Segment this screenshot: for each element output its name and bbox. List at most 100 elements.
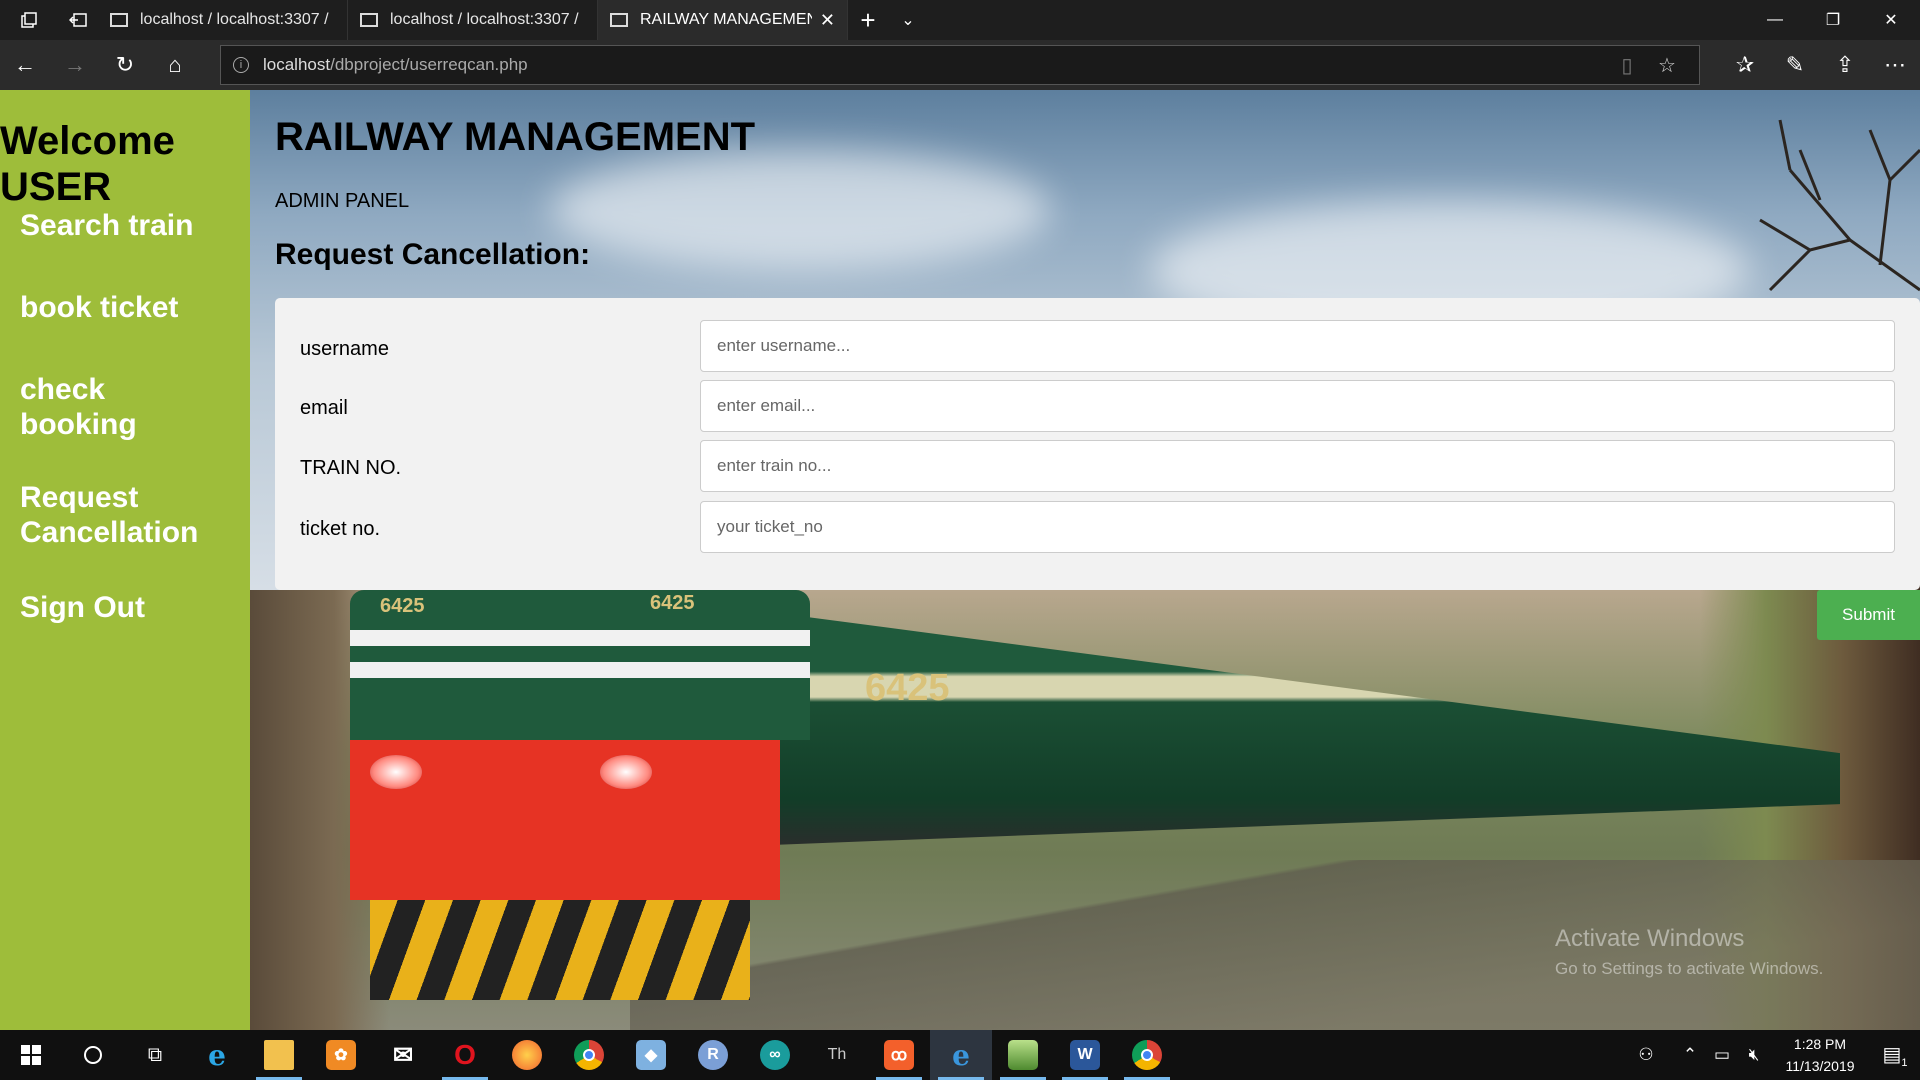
people-icon[interactable]: ⚇ (1630, 1045, 1662, 1065)
browser-tab-2[interactable]: localhost / localhost:3307 / (348, 0, 598, 40)
chrome-icon-2[interactable] (1116, 1030, 1178, 1080)
loco-bumper (370, 900, 750, 1000)
page-content: Welcome USER Search train book ticket ch… (0, 90, 1920, 1030)
share-icon[interactable]: ⇪ (1820, 52, 1870, 78)
system-tray: ⚇ ⌃ ▭ 🔇︎ 1:28 PM 11/13/2019 ▤1 (1630, 1030, 1920, 1080)
clock-time: 1:28 PM (1793, 1036, 1847, 1052)
url-text[interactable]: localhost/dbproject/userreqcan.php (263, 55, 1607, 75)
task-view-icon[interactable]: ⧉ (124, 1030, 186, 1080)
browser-tab-1[interactable]: localhost / localhost:3307 / (98, 0, 348, 40)
xampp-icon[interactable]: ꝏ (868, 1030, 930, 1080)
speaker-muted-icon[interactable]: 🔇︎ (1738, 1045, 1770, 1065)
watermark-subtitle: Go to Settings to activate Windows. (1555, 959, 1824, 978)
back-icon[interactable]: ← (0, 40, 50, 90)
chrome-icon[interactable] (558, 1030, 620, 1080)
sidebar-item-search-train[interactable]: Search train (20, 208, 245, 243)
loco-front-number-2: 6425 (650, 592, 695, 614)
more-icon[interactable]: ⋯ (1870, 52, 1920, 78)
welcome-user: USER (0, 165, 112, 209)
minimize-icon[interactable]: — (1746, 0, 1804, 40)
opera-icon[interactable]: O (434, 1030, 496, 1080)
headlight (370, 755, 422, 789)
forward-icon[interactable]: → (50, 40, 100, 90)
submit-button[interactable]: Submit (1817, 590, 1920, 640)
email-input[interactable] (700, 380, 1895, 432)
firefox-icon[interactable] (496, 1030, 558, 1080)
page-icon (360, 13, 378, 27)
xampp-alt-icon[interactable]: ✿ (310, 1030, 372, 1080)
email-label: email (300, 397, 348, 419)
url-host: localhost (263, 55, 331, 74)
notification-count: 1 (1901, 1056, 1908, 1069)
ticket-no-label: ticket no. (300, 518, 381, 540)
restore-icon[interactable]: ❐ (1804, 0, 1862, 40)
site-info-icon[interactable]: i (233, 57, 249, 73)
tab-manager-icon[interactable] (0, 0, 58, 40)
address-bar[interactable]: i localhost/dbproject/userreqcan.php ▯ ☆ (220, 45, 1700, 85)
ticket-no-input[interactable] (700, 501, 1895, 553)
mail-icon[interactable]: ✉ (372, 1030, 434, 1080)
typora-icon[interactable]: Th (806, 1030, 868, 1080)
windows-start-icon[interactable] (0, 1030, 62, 1080)
windows-taskbar: ⧉ e ✿ ✉ O ◆ R ∞ Th ꝏ e W ⚇ ⌃ ▭ 🔇︎ 1:28 P… (0, 1030, 1920, 1080)
close-tab-icon[interactable]: ✕ (820, 10, 835, 31)
favorites-icon[interactable]: ✰ (1720, 52, 1770, 78)
activate-windows-watermark: Activate Windows Go to Settings to activ… (1555, 925, 1823, 979)
virtualbox-icon[interactable]: ◆ (620, 1030, 682, 1080)
close-window-icon[interactable]: ✕ (1862, 0, 1920, 40)
new-tab-icon[interactable]: + (848, 5, 888, 36)
sidebar-item-sign-out[interactable]: Sign Out (20, 590, 245, 625)
chevron-down-icon[interactable]: ⌄ (888, 10, 928, 30)
file-explorer-icon[interactable] (248, 1030, 310, 1080)
train-no-label: TRAIN NO. (300, 457, 402, 479)
welcome-heading: Welcome USER (0, 118, 175, 210)
tab-title: localhost / localhost:3307 / (390, 11, 579, 28)
locomotive-image: 6425 6425 (350, 590, 810, 1020)
arduino-icon[interactable]: ∞ (744, 1030, 806, 1080)
chevron-up-icon[interactable]: ⌃ (1674, 1045, 1706, 1065)
home-icon[interactable]: ⌂ (150, 40, 200, 90)
browser-tab-bar: localhost / localhost:3307 / localhost /… (0, 0, 1920, 40)
sidebar-item-check-booking[interactable]: check booking (20, 372, 170, 442)
watermark-title: Activate Windows (1555, 925, 1745, 952)
sidebar-item-request-cancellation[interactable]: Request Cancellation (20, 480, 245, 550)
refresh-icon[interactable]: ↻ (100, 40, 150, 90)
main-area: 6425 6425 6425 RAILWAY MANAGEMENT ADMIN … (250, 90, 1920, 1030)
loco-stripe (350, 662, 810, 678)
edge-icon[interactable]: e (930, 1030, 992, 1080)
clock-date: 11/13/2019 (1785, 1058, 1855, 1074)
tab-title: localhost / localhost:3307 / (140, 11, 329, 28)
url-path: /dbproject/userreqcan.php (330, 55, 528, 74)
page-icon (110, 13, 128, 27)
section-heading: Request Cancellation: (275, 238, 591, 271)
tab-title: RAILWAY MANAGEMEN (640, 11, 812, 28)
browser-tab-3-active[interactable]: RAILWAY MANAGEMEN ✕ (598, 0, 848, 40)
sidebar-item-book-ticket[interactable]: book ticket (20, 290, 245, 325)
clock[interactable]: 1:28 PM 11/13/2019 (1770, 1033, 1870, 1077)
loco-stripe (350, 630, 810, 646)
battery-icon[interactable]: ▭ (1706, 1045, 1738, 1065)
sidebar: Welcome USER Search train book ticket ch… (0, 90, 250, 1030)
word-icon[interactable]: W (1054, 1030, 1116, 1080)
train-no-input[interactable] (700, 440, 1895, 492)
cloud (550, 150, 1050, 270)
branches-image (1759, 119, 1920, 292)
username-label: username (300, 338, 389, 360)
loco-front-number: 6425 (380, 595, 425, 617)
cortana-search-icon[interactable] (62, 1030, 124, 1080)
internet-explorer-icon[interactable]: e (186, 1030, 248, 1080)
window-controls: — ❐ ✕ (1746, 0, 1920, 40)
reading-view-icon[interactable]: ▯ (1607, 53, 1647, 78)
pen-icon[interactable]: ✎ (1770, 52, 1820, 78)
favorite-star-icon[interactable]: ☆ (1647, 53, 1687, 78)
notification-center-icon[interactable]: ▤1 (1870, 1042, 1920, 1069)
cancellation-form: username email TRAIN NO. ticket no. (275, 298, 1920, 590)
welcome-line: Welcome (0, 119, 175, 163)
image-viewer-icon[interactable] (992, 1030, 1054, 1080)
set-tabs-aside-icon[interactable] (58, 0, 98, 40)
loco-side-number: 6425 (865, 667, 950, 709)
username-input[interactable] (700, 320, 1895, 372)
page-title: RAILWAY MANAGEMENT (275, 115, 756, 159)
r-language-icon[interactable]: R (682, 1030, 744, 1080)
page-icon (610, 13, 628, 27)
